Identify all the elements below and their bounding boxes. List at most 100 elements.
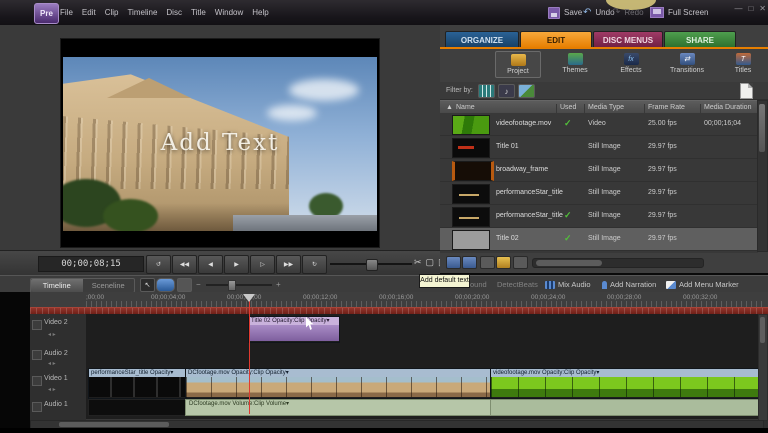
scrollbar-handle[interactable]: [759, 104, 765, 152]
menu-edit[interactable]: Edit: [82, 8, 96, 17]
redo-button[interactable]: ↷ Redo: [612, 0, 644, 25]
step-forward-button[interactable]: ▷: [250, 255, 275, 274]
minimize-button[interactable]: —: [734, 4, 742, 13]
zoom-slider-handle[interactable]: [228, 280, 236, 291]
filter-video-icon[interactable]: [478, 84, 495, 98]
table-row-selected[interactable]: Title 02 ✓ Still Image 29.97 fps: [440, 228, 758, 251]
freeze-frame-icon[interactable]: ▢: [426, 257, 435, 268]
media-list-scrollbar[interactable]: [757, 100, 768, 252]
track-toggle-icon[interactable]: [32, 350, 42, 360]
grid-view-button[interactable]: [480, 256, 495, 269]
full-screen-button[interactable]: Full Screen: [650, 0, 708, 25]
menu-timeline[interactable]: Timeline: [127, 8, 157, 17]
menu-disc[interactable]: Disc: [166, 8, 182, 17]
clip-label: videofootage.mov Opacity:Clip Opacity▾: [491, 369, 763, 377]
properties-tool[interactable]: [177, 278, 192, 292]
mix-audio-button[interactable]: Mix Audio: [545, 280, 591, 289]
subtab-project[interactable]: Project: [495, 51, 541, 78]
column-name[interactable]: Name: [456, 104, 475, 111]
table-row[interactable]: performanceStar_title Still Image 29.97 …: [440, 182, 758, 205]
column-frame-rate[interactable]: Frame Rate: [648, 104, 685, 111]
ruler-tick: 00;00;20;00: [455, 294, 489, 301]
clip-performancestar-title[interactable]: performanceStar_title Opacity▾: [88, 368, 187, 399]
clip-title02[interactable]: Title 02 Opacity:Clip Opacity▾: [248, 316, 340, 343]
selection-tool[interactable]: ↖: [140, 278, 155, 292]
scrollbar-handle[interactable]: [760, 317, 765, 343]
timecode-display[interactable]: 00;00;08;15: [38, 256, 144, 272]
table-row[interactable]: broadway_frame Still Image 29.97 fps: [440, 159, 758, 182]
undo-button[interactable]: ↶ Undo: [583, 0, 615, 25]
building-pediment: [107, 78, 191, 98]
column-used[interactable]: Used: [560, 104, 576, 111]
zoom-out-icon[interactable]: −: [196, 280, 201, 289]
media-list-hscrollbar[interactable]: [532, 258, 704, 268]
track-toggle-icon[interactable]: [32, 376, 42, 386]
menu-clip[interactable]: Clip: [105, 8, 119, 17]
current-time-indicator[interactable]: [243, 294, 255, 302]
playhead-line[interactable]: [249, 300, 250, 414]
add-narration-button[interactable]: Add Narration: [602, 280, 656, 289]
play-button[interactable]: ▶: [224, 255, 249, 274]
loop-button[interactable]: ↻: [302, 255, 327, 274]
clip-dcfootage-video[interactable]: DCfootage.mov Opacity:Clip Opacity▾: [185, 368, 492, 399]
column-media-type[interactable]: Media Type: [588, 104, 624, 111]
fast-forward-button[interactable]: ▶▶: [276, 255, 301, 274]
subtab-effects[interactable]: fx Effects: [609, 51, 653, 78]
split-clip-icon[interactable]: ✂: [414, 257, 422, 268]
clip-videofootage-video[interactable]: videofootage.mov Opacity:Clip Opacity▾: [490, 368, 764, 399]
menu-window[interactable]: Window: [215, 8, 243, 17]
menu-bar: Pre File Edit Clip Timeline Disc Title W…: [0, 0, 768, 25]
go-to-start-button[interactable]: ↺: [146, 255, 171, 274]
zoom-slider-track[interactable]: [206, 284, 272, 286]
smart-trim-tool[interactable]: [156, 278, 175, 292]
track-expander[interactable]: ◂ ▸: [48, 331, 56, 338]
shuttle-knob[interactable]: [366, 259, 378, 271]
track-expander[interactable]: ◂ ▸: [48, 386, 56, 393]
filter-image-icon[interactable]: [518, 84, 535, 98]
maximize-button[interactable]: □: [748, 4, 753, 13]
title-overlay-text[interactable]: Add Text: [63, 130, 377, 156]
scrollbar-handle[interactable]: [536, 260, 602, 266]
rewind-button[interactable]: ◀◀: [172, 255, 197, 274]
track-toggle-icon[interactable]: [32, 320, 42, 330]
add-menu-marker-button[interactable]: Add Menu Marker: [666, 280, 739, 289]
subtab-transitions[interactable]: ⇄ Transitions: [665, 51, 709, 78]
sort-icon[interactable]: ▲: [446, 104, 453, 111]
table-row[interactable]: Title 01 Still Image 29.97 fps: [440, 136, 758, 159]
delete-icon[interactable]: [513, 256, 528, 269]
new-item-icon[interactable]: [740, 83, 753, 99]
zoom-in-icon[interactable]: +: [276, 280, 281, 289]
project-panel-footer: [440, 253, 768, 273]
menu-file[interactable]: File: [60, 8, 73, 17]
timeline-vscrollbar[interactable]: [758, 314, 768, 421]
step-back-button[interactable]: ◀: [198, 255, 223, 274]
sceneline-view-button[interactable]: Sceneline: [83, 279, 135, 292]
ruler-tick: 00;00;24;00: [531, 294, 565, 301]
detect-beats-button[interactable]: DetectBeats: [497, 280, 538, 289]
icon-view-button[interactable]: [446, 256, 461, 269]
subtab-titles[interactable]: T Titles: [721, 51, 765, 78]
scrollbar-handle[interactable]: [59, 422, 169, 427]
menu-title[interactable]: Title: [191, 8, 206, 17]
close-button[interactable]: ✕: [759, 4, 766, 13]
road: [233, 215, 377, 231]
track-expander[interactable]: ◂ ▸: [48, 360, 56, 367]
track-toggle-icon[interactable]: [32, 402, 42, 412]
timeline-view-button[interactable]: Timeline: [31, 279, 83, 292]
clip-videofootage-audio[interactable]: [490, 399, 764, 416]
subtab-themes[interactable]: Themes: [553, 51, 597, 78]
filter-audio-icon[interactable]: ♪: [498, 84, 515, 98]
themes-icon: [568, 53, 583, 65]
shuttle-slider[interactable]: [330, 255, 412, 272]
clip-label: performanceStar_title Opacity▾: [89, 369, 186, 377]
list-view-button[interactable]: [462, 256, 477, 269]
table-row[interactable]: performanceStar_title ✓ Still Image 29.9…: [440, 205, 758, 228]
table-row[interactable]: videofootage.mov ✓ Video 25.00 fps 00;00…: [440, 113, 758, 136]
video-preview[interactable]: Add Text: [60, 38, 380, 248]
time-ruler[interactable]: ;00;00 00;00;04;00 00;00;08;00 00;00;12;…: [0, 292, 768, 307]
column-media-duration[interactable]: Media Duration: [704, 104, 751, 111]
menu-help[interactable]: Help: [252, 8, 268, 17]
new-folder-icon[interactable]: [496, 256, 511, 269]
clip-dcfootage-audio[interactable]: DCfootage.mov Volume:Clip Volume▾: [185, 399, 492, 416]
save-button[interactable]: Save: [548, 0, 582, 25]
